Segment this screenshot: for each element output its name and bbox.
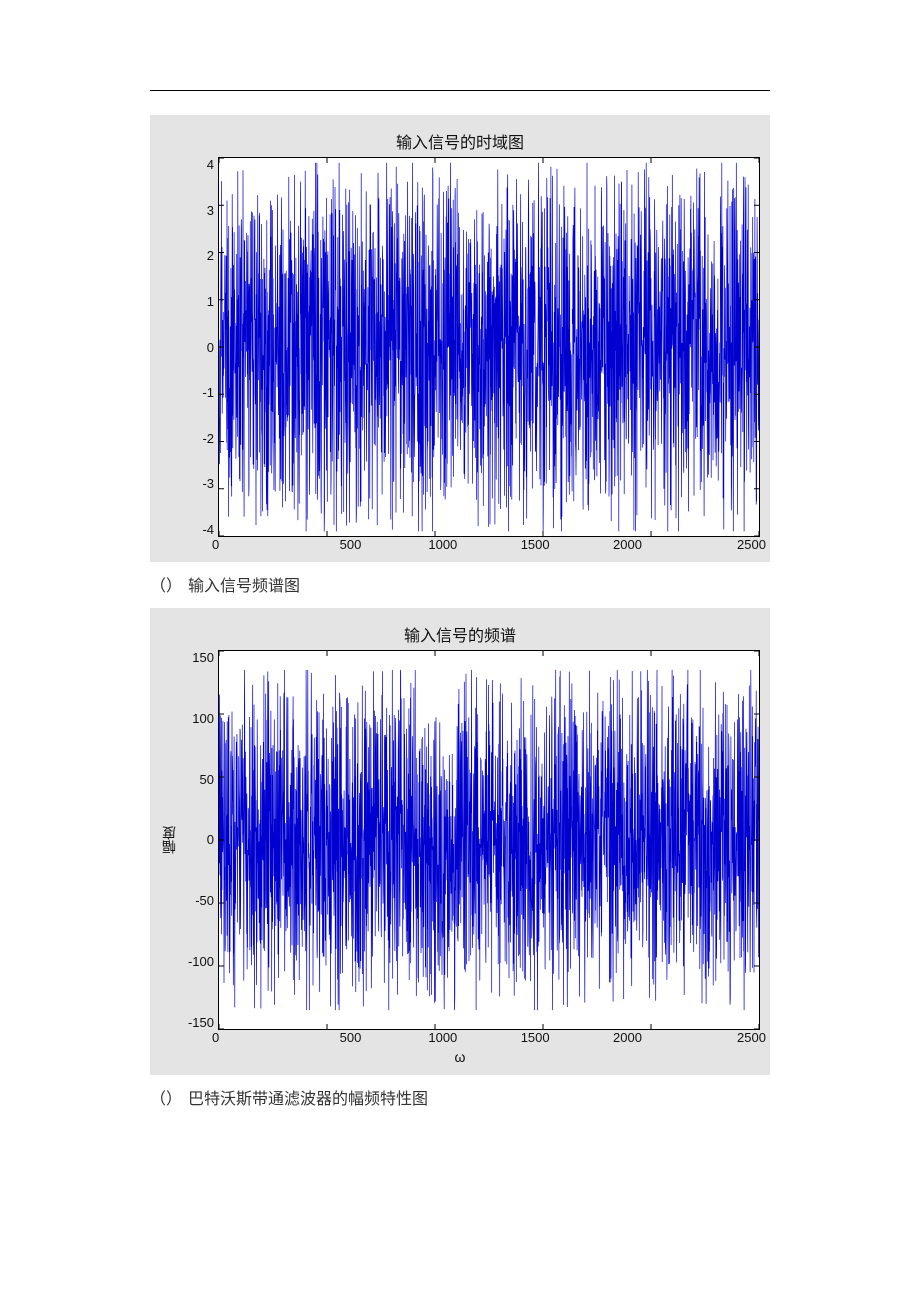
caption-bullet: （） <box>150 578 182 595</box>
caption-butterworth: （） 巴特沃斯带通滤波器的幅频特性图 <box>150 1085 770 1109</box>
x-axis-ticks: 05001000150020002500 <box>218 1030 760 1045</box>
chart-title: 输入信号的时域图 <box>160 129 760 153</box>
y-axis-ticks: 150100500-50-100-150 <box>178 650 218 1030</box>
chart-time-domain: 输入信号的时域图 43210-1-2-3-4 05001000150020002… <box>150 115 770 562</box>
horizontal-rule <box>150 90 770 91</box>
y-axis-ticks: 43210-1-2-3-4 <box>178 157 218 537</box>
caption-text: 输入信号频谱图 <box>188 578 300 595</box>
y-axis-label: 幅度 <box>159 826 179 854</box>
x-axis-ticks: 05001000150020002500 <box>218 537 760 552</box>
plot-box <box>218 650 760 1030</box>
caption-text: 巴特沃斯带通滤波器的幅频特性图 <box>188 1091 428 1108</box>
chart-title: 输入信号的频谱 <box>160 622 760 646</box>
x-axis-label: ω <box>160 1049 760 1065</box>
caption-spectrum: （） 输入信号频谱图 <box>150 572 770 596</box>
plot-box <box>218 157 760 537</box>
chart-spectrum: 输入信号的频谱 幅度 150100500-50-100-150 05001000… <box>150 608 770 1075</box>
caption-bullet: （） <box>150 1091 182 1108</box>
